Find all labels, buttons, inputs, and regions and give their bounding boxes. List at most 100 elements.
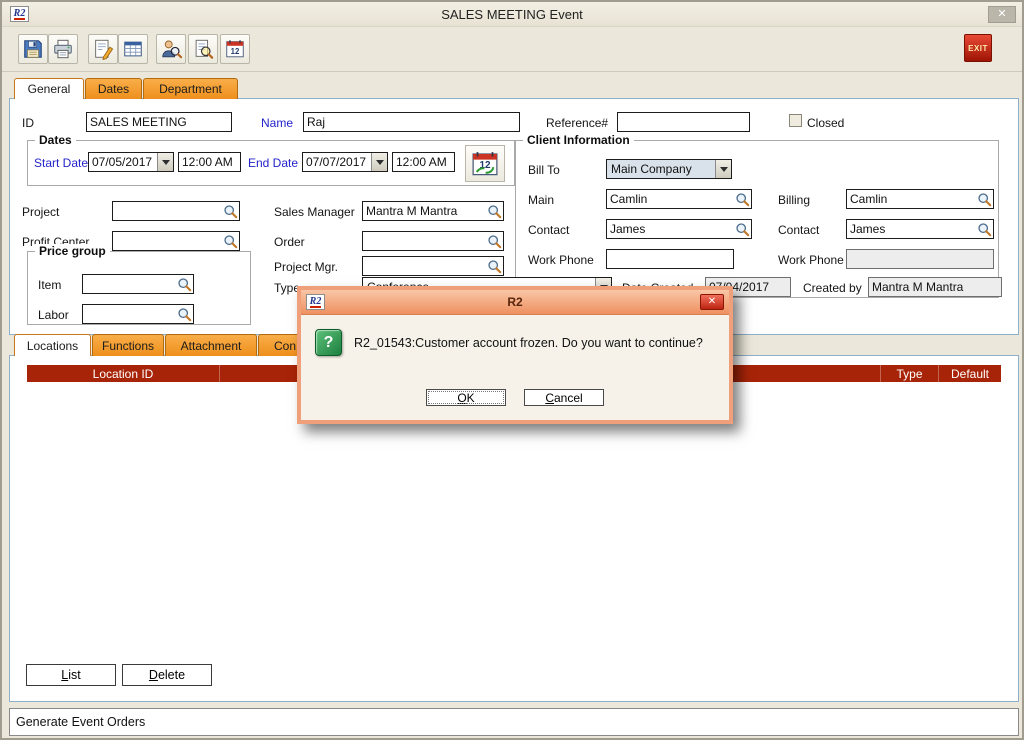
sales-manager-label: Sales Manager — [274, 205, 355, 219]
name-label: Name — [261, 116, 293, 130]
contact-left-input[interactable] — [607, 220, 735, 238]
profit-center-field-wrap — [112, 231, 240, 251]
work-phone-right-input — [847, 250, 993, 268]
document-search-button[interactable] — [188, 34, 218, 64]
project-mgr-lookup-icon[interactable] — [487, 259, 502, 274]
dialog-app-icon: R2 — [306, 294, 325, 310]
contact-left-label: Contact — [528, 223, 569, 237]
worksheet-button[interactable] — [118, 34, 148, 64]
column-header-location-id: Location ID — [27, 365, 220, 382]
end-time-input[interactable] — [393, 153, 454, 171]
save-button[interactable] — [18, 34, 48, 64]
dialog-titlebar[interactable]: R2 R2 ✕ — [301, 290, 729, 315]
tab-functions[interactable]: Functions — [92, 334, 164, 356]
work-phone-left-input[interactable] — [607, 250, 733, 268]
order-lookup-icon[interactable] — [487, 234, 502, 249]
order-label: Order — [274, 235, 305, 249]
billing-field-wrap — [846, 189, 994, 209]
closed-checkbox[interactable] — [789, 114, 802, 127]
labor-label: Labor — [38, 308, 69, 322]
print-button[interactable] — [48, 34, 78, 64]
sales-manager-input[interactable] — [363, 202, 487, 220]
main-lookup-icon[interactable] — [735, 192, 750, 207]
billing-input[interactable] — [847, 190, 977, 208]
start-date-input[interactable] — [89, 153, 157, 171]
print-icon — [52, 38, 74, 60]
save-icon — [22, 38, 44, 60]
svg-text:12: 12 — [231, 47, 240, 56]
item-input[interactable] — [83, 275, 177, 293]
reference-input[interactable] — [618, 113, 749, 131]
billing-label: Billing — [778, 193, 810, 207]
window-close-button[interactable]: ✕ — [988, 6, 1016, 23]
dialog-close-button[interactable]: ✕ — [700, 294, 724, 310]
dialog-body: ? R2_01543:Customer account frozen. Do y… — [301, 315, 729, 420]
calendar-picker-button[interactable]: 12 — [465, 145, 505, 182]
project-label: Project — [22, 205, 59, 219]
contact-right-input[interactable] — [847, 220, 977, 238]
tab-locations[interactable]: Locations — [14, 334, 91, 356]
tab-attachment[interactable]: Attachment — [165, 334, 257, 356]
main-input[interactable] — [607, 190, 735, 208]
bill-to-label: Bill To — [528, 163, 560, 177]
column-header-type: Type — [881, 365, 939, 382]
project-input[interactable] — [113, 202, 223, 220]
end-date-input[interactable] — [303, 153, 371, 171]
price-group: Price group Item Labor — [27, 251, 251, 325]
project-mgr-label: Project Mgr. — [274, 260, 338, 274]
person-search-button[interactable] — [156, 34, 186, 64]
work-phone-left-field-wrap — [606, 249, 734, 269]
contact-left-lookup-icon[interactable] — [735, 222, 750, 237]
start-date-dropdown-arrow-icon[interactable] — [157, 153, 173, 171]
edit-notes-icon — [92, 38, 114, 60]
list-button[interactable]: List — [26, 664, 116, 686]
labor-field-wrap — [82, 304, 194, 324]
item-lookup-icon[interactable] — [177, 277, 192, 292]
order-field-wrap — [362, 231, 504, 251]
price-group-title: Price group — [35, 244, 110, 258]
ok-button[interactable]: OK — [426, 389, 506, 406]
delete-button[interactable]: Delete — [122, 664, 212, 686]
closed-label: Closed — [807, 116, 844, 130]
main-field-wrap — [606, 189, 752, 209]
item-label: Item — [38, 278, 61, 292]
name-input[interactable] — [304, 113, 519, 131]
order-input[interactable] — [363, 232, 487, 250]
cancel-button[interactable]: Cancel — [524, 389, 604, 406]
app-icon: R2 — [10, 6, 29, 22]
contact-right-lookup-icon[interactable] — [977, 222, 992, 237]
start-time-input[interactable] — [179, 153, 240, 171]
labor-lookup-icon[interactable] — [177, 307, 192, 322]
tab-dates[interactable]: Dates — [85, 78, 142, 99]
project-mgr-input[interactable] — [363, 257, 487, 275]
tab-general[interactable]: General — [14, 78, 84, 99]
created-by-input — [869, 278, 1001, 296]
main-label: Main — [528, 193, 554, 207]
calendar-update-button[interactable]: 12 — [220, 34, 250, 64]
bill-to-select[interactable]: Main Company — [606, 159, 732, 179]
tab-department[interactable]: Department — [143, 78, 238, 99]
dialog-message: R2_01543:Customer account frozen. Do you… — [354, 336, 721, 350]
contact-left-field-wrap — [606, 219, 752, 239]
project-mgr-field-wrap — [362, 256, 504, 276]
question-icon: ? — [315, 329, 342, 356]
profit-center-lookup-icon[interactable] — [223, 234, 238, 249]
window-titlebar[interactable]: R2 SALES MEETING Event ✕ — [2, 2, 1022, 27]
profit-center-input[interactable] — [113, 232, 223, 250]
created-by-label: Created by — [803, 281, 862, 295]
sales-manager-lookup-icon[interactable] — [487, 204, 502, 219]
labor-input[interactable] — [83, 305, 177, 323]
calendar-update-icon: 12 — [224, 38, 246, 60]
id-input[interactable] — [87, 113, 231, 131]
dates-group: Dates Start Date End Date 12 — [27, 140, 515, 186]
project-lookup-icon[interactable] — [223, 204, 238, 219]
application-window: R2 SALES MEETING Event ✕ 12 EXIT General… — [0, 0, 1024, 740]
billing-lookup-icon[interactable] — [977, 192, 992, 207]
window-title: SALES MEETING Event — [2, 7, 1022, 22]
end-date-dropdown-arrow-icon[interactable] — [371, 153, 387, 171]
bill-to-dropdown-arrow-icon[interactable] — [715, 160, 731, 178]
status-text: Generate Event Orders — [16, 715, 145, 729]
exit-button[interactable]: EXIT — [964, 34, 992, 62]
start-time-field-wrap — [178, 152, 241, 172]
edit-notes-button[interactable] — [88, 34, 118, 64]
